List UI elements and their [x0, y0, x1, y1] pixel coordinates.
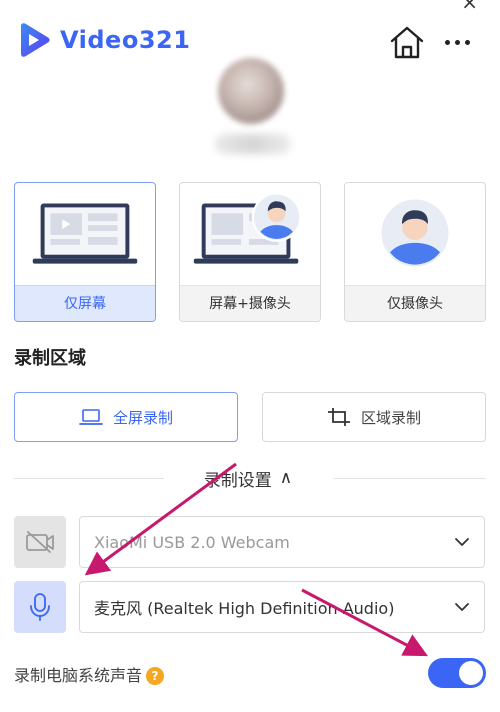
camera-select[interactable]: XiaoMi USB 2.0 Webcam	[79, 516, 485, 568]
microphone-icon	[30, 593, 50, 621]
record-settings-toggle[interactable]: 录制设置 ∧	[178, 462, 318, 494]
mode-label: 仅屏幕	[15, 285, 155, 321]
system-audio-toggle[interactable]	[428, 658, 486, 688]
camera-off-icon	[26, 531, 54, 553]
crop-icon	[327, 408, 350, 426]
mode-screen-camera[interactable]: 屏幕+摄像头	[179, 182, 321, 322]
chevron-up-icon: ∧	[279, 468, 293, 488]
system-audio-label: 录制电脑系统声音	[14, 666, 143, 685]
mode-label: 仅摄像头	[345, 285, 485, 321]
microphone-select[interactable]: 麦克风 (Realtek High Definition Audio)	[79, 581, 485, 633]
laptop-outline-icon	[79, 409, 103, 425]
microphone-select-value: 麦克风 (Realtek High Definition Audio)	[94, 599, 395, 618]
chevron-down-icon	[455, 538, 469, 546]
microphone-toggle-button[interactable]	[14, 581, 66, 633]
camera-toggle-button[interactable]	[14, 516, 66, 568]
avatar[interactable]	[218, 58, 284, 124]
record-settings-label: 录制设置	[203, 470, 272, 491]
app-name: Video321	[60, 26, 191, 54]
laptop-with-person-icon	[193, 192, 302, 264]
app-logo: Video321	[16, 22, 190, 58]
chevron-down-icon	[455, 603, 469, 611]
person-icon	[381, 199, 449, 267]
mode-screen-only[interactable]: 仅屏幕	[14, 182, 156, 322]
help-icon[interactable]: ?	[146, 667, 165, 685]
fullscreen-record-label: 全屏录制	[112, 408, 173, 427]
camera-select-value: XiaoMi USB 2.0 Webcam	[94, 532, 290, 552]
logo-icon	[21, 23, 50, 57]
region-record-button[interactable]: 区域录制	[262, 392, 486, 442]
username-blurred	[215, 134, 291, 154]
more-icon[interactable]	[440, 28, 474, 56]
divider	[334, 478, 486, 479]
toggle-knob	[459, 661, 483, 685]
record-area-title: 录制区域	[14, 348, 86, 369]
mode-label: 屏幕+摄像头	[180, 285, 320, 321]
home-icon[interactable]	[388, 24, 426, 60]
fullscreen-record-button[interactable]: 全屏录制	[14, 392, 238, 442]
divider	[14, 478, 164, 479]
laptop-icon	[32, 203, 138, 264]
system-audio-row: 录制电脑系统声音?	[14, 662, 165, 686]
region-record-label: 区域录制	[360, 408, 421, 427]
mode-camera-only[interactable]: 仅摄像头	[344, 182, 486, 322]
